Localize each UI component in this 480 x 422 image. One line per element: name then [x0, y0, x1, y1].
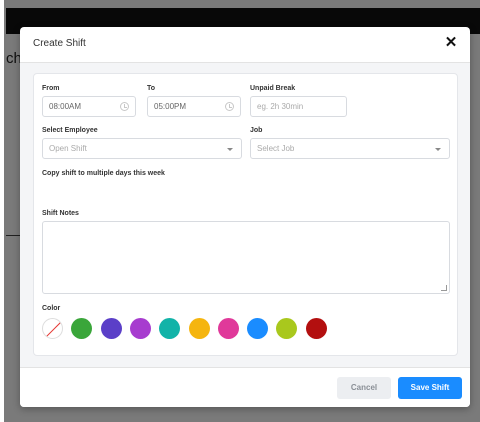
modal-title: Create Shift: [33, 38, 86, 49]
from-time-input[interactable]: 08:00AM: [42, 96, 136, 117]
to-time-input[interactable]: 05:00PM: [147, 96, 241, 117]
shift-form-card: From 08:00AM To 05:00PM Unpaid Break eg.…: [33, 73, 458, 356]
job-label: Job: [250, 127, 263, 134]
cancel-button[interactable]: Cancel: [337, 377, 391, 399]
color-swatch[interactable]: [276, 318, 298, 339]
select-employee-label: Select Employee: [42, 127, 98, 134]
chevron-down-icon: [227, 148, 233, 151]
select-employee-value: Open Shift: [49, 144, 87, 153]
unpaid-break-placeholder: eg. 2h 30min: [257, 102, 304, 111]
from-label: From: [42, 85, 60, 92]
color-swatch[interactable]: [100, 318, 122, 339]
copy-days-label: Copy shift to multiple days this week: [42, 170, 165, 177]
close-icon[interactable]: ✕: [444, 35, 458, 50]
to-label: To: [147, 85, 156, 92]
color-swatch[interactable]: [129, 318, 151, 339]
color-label: Color: [42, 305, 61, 312]
modal-footer: Cancel Save Shift: [20, 367, 470, 407]
job-dropdown[interactable]: Select Job: [250, 138, 450, 159]
create-shift-modal: Create Shift ✕ From 08:00AM To 05:00PM U…: [20, 27, 470, 407]
modal-header: Create Shift ✕: [20, 27, 470, 63]
save-shift-button[interactable]: Save Shift: [398, 377, 462, 399]
unpaid-break-label: Unpaid Break: [250, 85, 296, 92]
select-employee-dropdown[interactable]: Open Shift: [42, 138, 242, 159]
to-time-value: 05:00PM: [154, 102, 187, 111]
color-swatch-none[interactable]: [42, 318, 63, 339]
clock-icon: [120, 102, 129, 111]
modal-body: From 08:00AM To 05:00PM Unpaid Break eg.…: [20, 63, 470, 367]
color-swatch[interactable]: [305, 318, 327, 339]
resize-handle-icon[interactable]: [441, 285, 447, 291]
unpaid-break-input[interactable]: eg. 2h 30min: [250, 96, 347, 117]
color-swatch[interactable]: [217, 318, 239, 339]
shift-notes-label: Shift Notes: [42, 210, 79, 217]
color-swatch[interactable]: [188, 318, 210, 339]
color-swatch[interactable]: [71, 318, 93, 339]
from-time-value: 08:00AM: [49, 102, 82, 111]
color-swatch[interactable]: [159, 318, 181, 339]
clock-icon: [225, 102, 234, 111]
shift-notes-textarea[interactable]: [42, 221, 450, 294]
color-swatch[interactable]: [247, 318, 269, 339]
job-value: Select Job: [257, 144, 295, 153]
chevron-down-icon: [435, 148, 441, 151]
